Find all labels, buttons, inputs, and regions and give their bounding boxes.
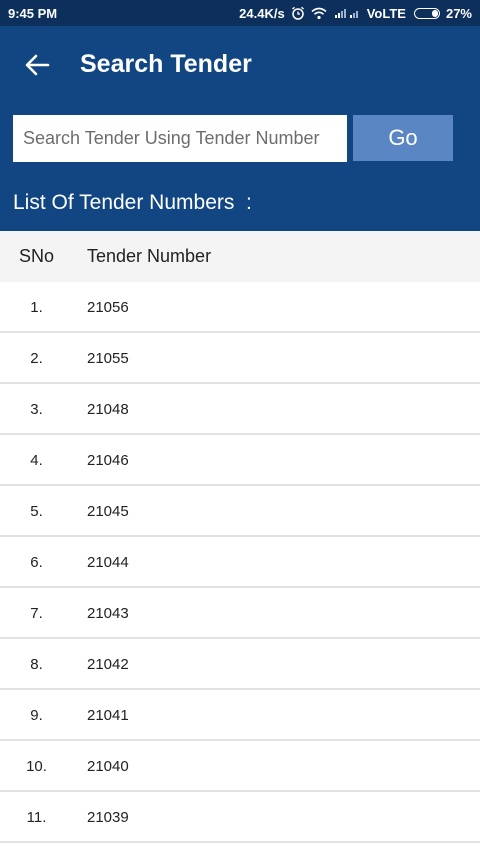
row-sno: 3. — [30, 401, 43, 418]
tender-search-input[interactable] — [13, 115, 347, 162]
row-tender-number: 21055 — [87, 350, 129, 367]
status-indicators: 24.4K/s VoLTE 27% — [239, 6, 472, 21]
search-area: Go List Of Tender Numbers : — [0, 104, 480, 231]
row-tender-number: 21043 — [87, 605, 129, 622]
wifi-icon — [311, 7, 327, 20]
table-row[interactable]: 9. 21041 — [0, 690, 480, 741]
table-header: SNo Tender Number — [0, 231, 480, 282]
row-tender-number: 21039 — [87, 809, 129, 826]
network-speed: 24.4K/s — [239, 5, 285, 21]
table-row[interactable]: 4. 21046 — [0, 435, 480, 486]
table-row[interactable]: 7. 21043 — [0, 588, 480, 639]
row-sno: 7. — [30, 605, 43, 622]
table-row[interactable]: 10. 21040 — [0, 741, 480, 792]
row-tender-number: 21040 — [87, 758, 129, 775]
row-tender-number: 21048 — [87, 401, 129, 418]
signal-icon — [333, 7, 361, 19]
table-row[interactable]: 5. 21045 — [0, 486, 480, 537]
status-bar: 9:45 PM 24.4K/s VoLTE 27% — [0, 0, 480, 26]
back-arrow-icon[interactable] — [22, 50, 52, 80]
network-type: VoLTE — [366, 5, 406, 21]
row-tender-number: 21056 — [87, 299, 129, 316]
app-bar: Search Tender — [0, 26, 480, 104]
row-sno: 5. — [30, 503, 43, 520]
table-row[interactable]: 3. 21048 — [0, 384, 480, 435]
table-row[interactable]: 11. 21039 — [0, 792, 480, 843]
table-row[interactable]: 2. 21055 — [0, 333, 480, 384]
table-row[interactable]: 8. 21042 — [0, 639, 480, 690]
go-button[interactable]: Go — [353, 115, 453, 161]
row-sno: 10. — [26, 758, 47, 775]
list-heading: List Of Tender Numbers : — [13, 191, 252, 214]
row-sno: 11. — [26, 809, 47, 826]
table-row[interactable]: 1. 21056 — [0, 282, 480, 333]
row-tender-number: 21042 — [87, 656, 129, 673]
table-row[interactable]: 6. 21044 — [0, 537, 480, 588]
column-header-tender-number: Tender Number — [87, 246, 212, 266]
page-title: Search Tender — [80, 50, 252, 78]
row-sno: 9. — [30, 707, 43, 724]
row-sno: 4. — [30, 452, 43, 469]
row-tender-number: 21045 — [87, 503, 129, 520]
tender-list: 1. 21056 2. 21055 3. 21048 4. 21046 5. 2… — [0, 282, 480, 843]
battery-icon — [413, 7, 440, 19]
row-sno: 6. — [30, 554, 43, 571]
column-header-sno: SNo — [19, 246, 55, 266]
row-sno: 1. — [30, 299, 43, 316]
row-sno: 2. — [30, 350, 43, 367]
battery-level: 27% — [445, 5, 472, 21]
row-tender-number: 21046 — [87, 452, 129, 469]
alarm-icon — [291, 6, 305, 20]
row-tender-number: 21041 — [87, 707, 129, 724]
status-time: 9:45 PM — [8, 5, 58, 21]
row-sno: 8. — [30, 656, 43, 673]
row-tender-number: 21044 — [87, 554, 129, 571]
